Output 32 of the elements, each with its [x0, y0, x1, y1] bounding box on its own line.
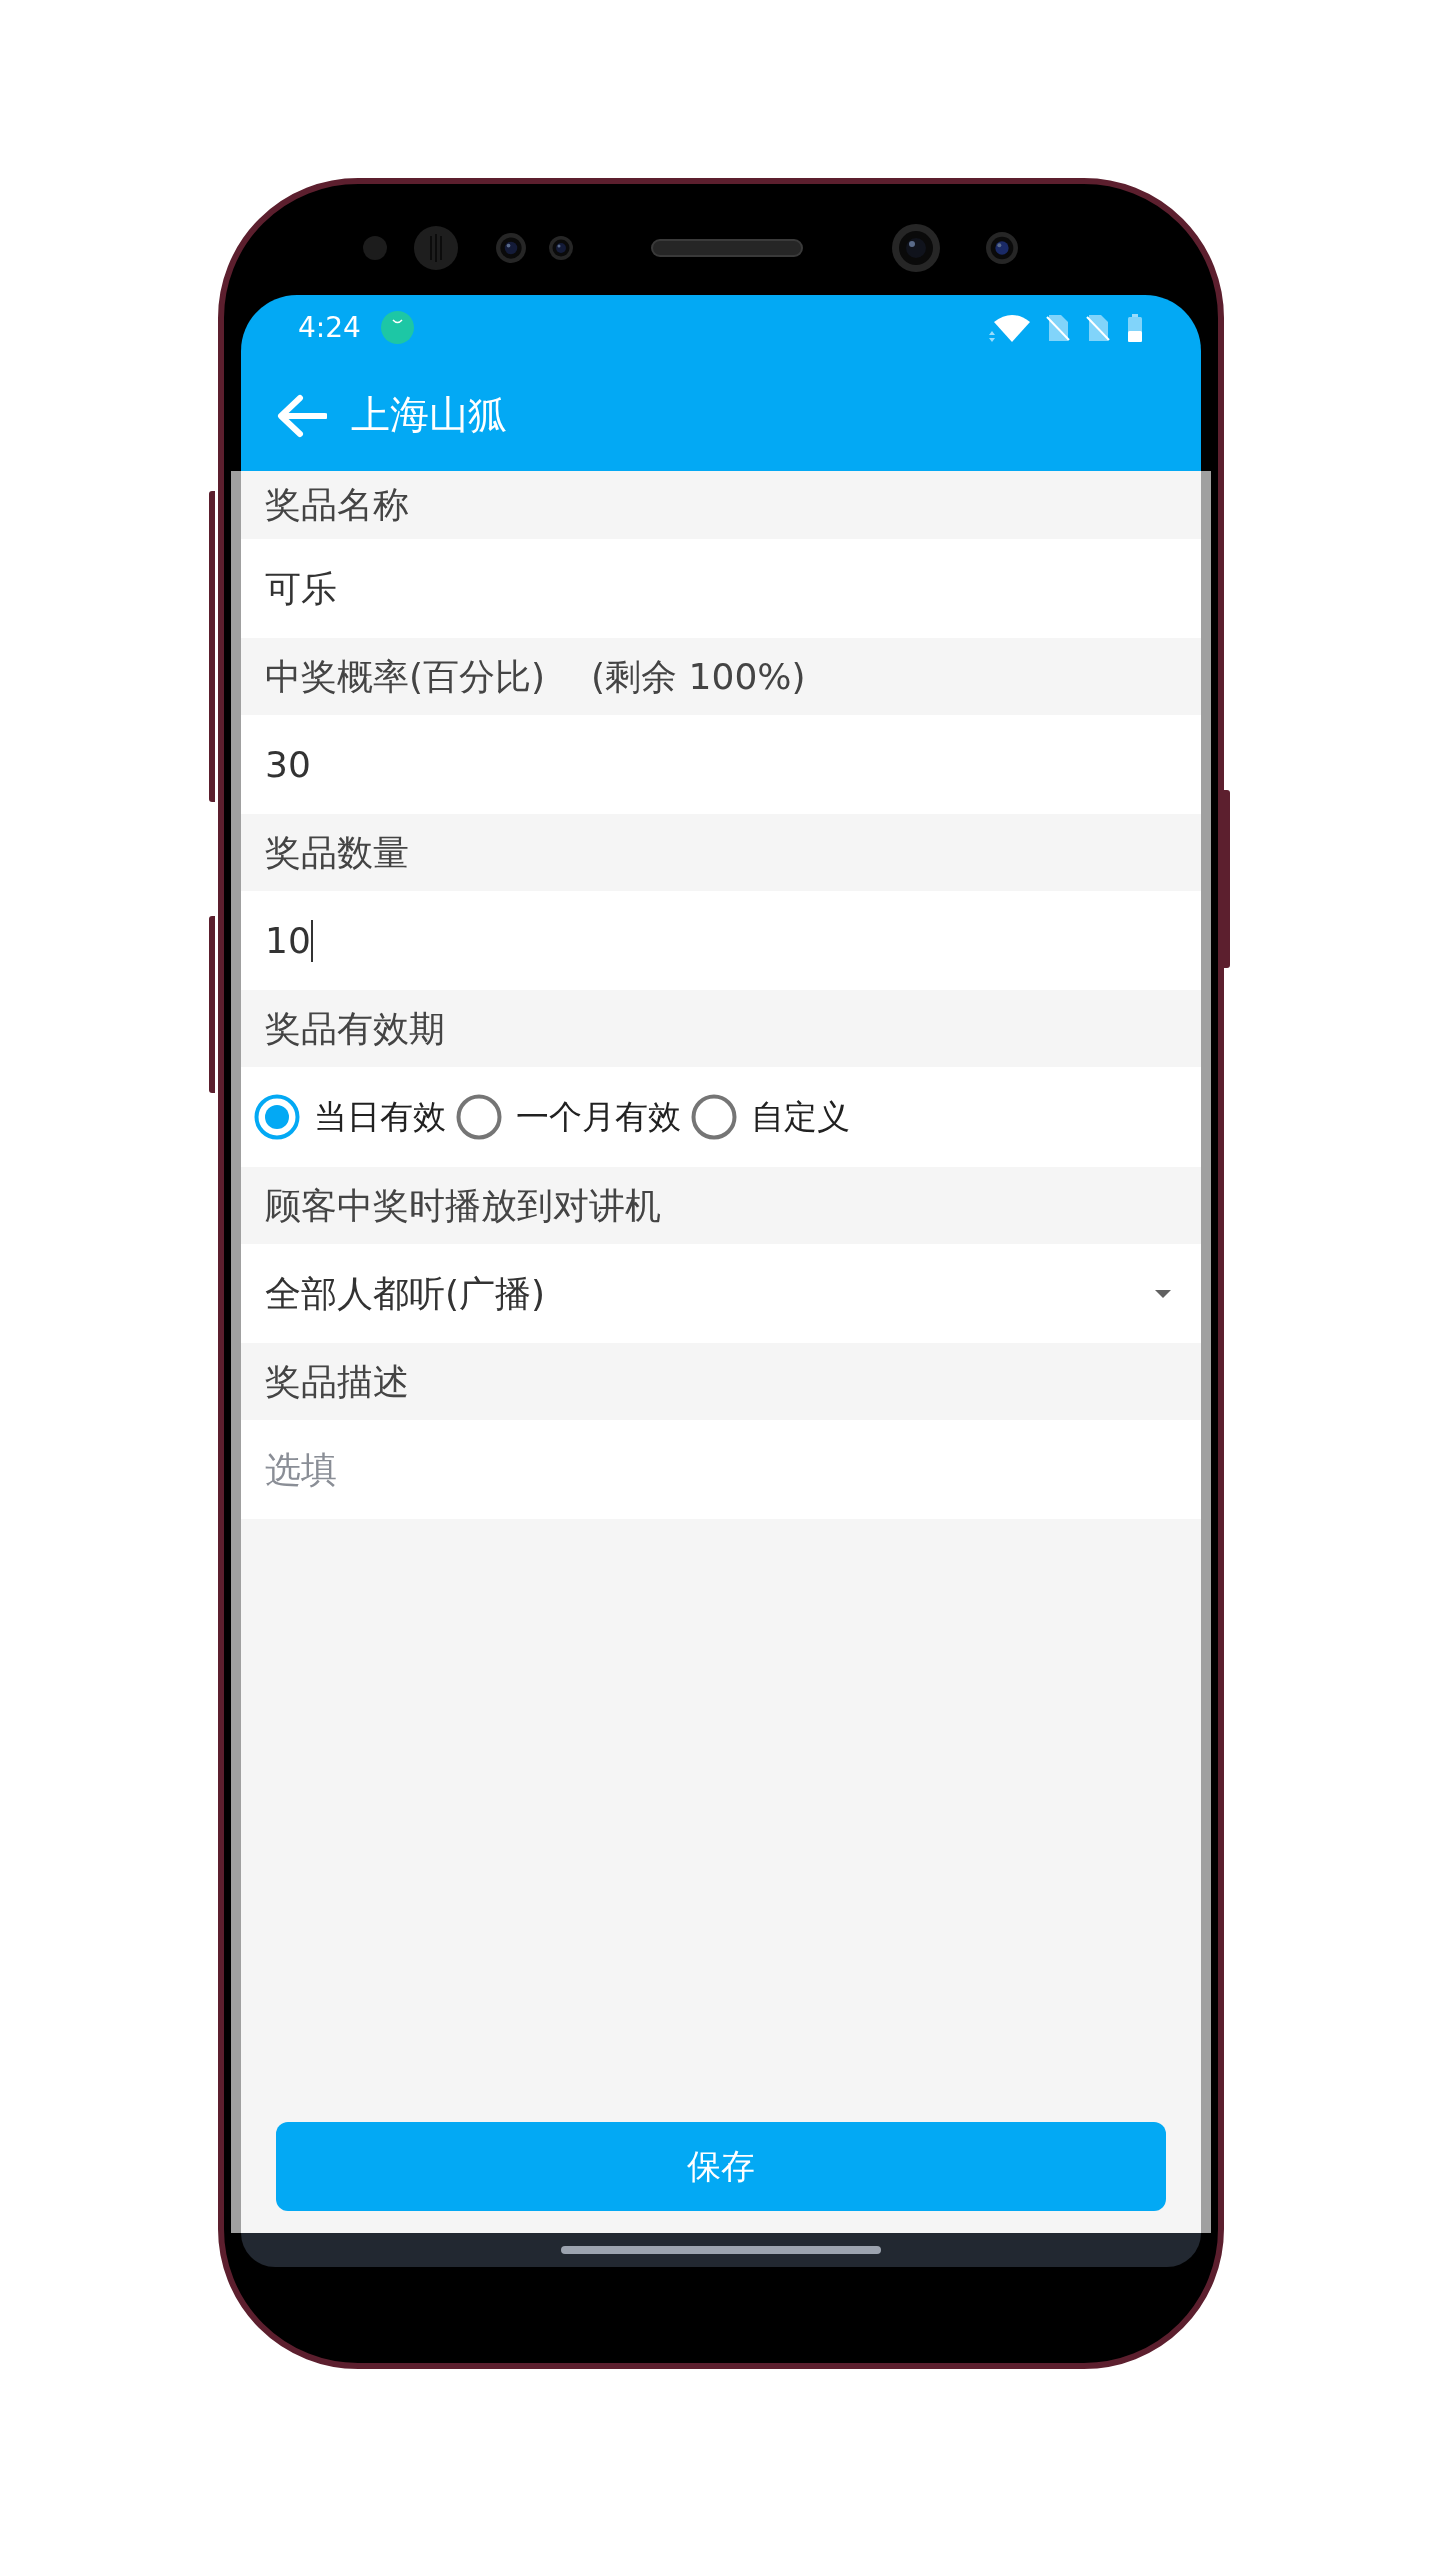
status-time: 4:24: [298, 309, 361, 346]
speaker-grille-icon: [651, 239, 803, 257]
dropdown-field[interactable]: 全部人都听(广播): [241, 1244, 1201, 1343]
no-sim-icon: [1046, 313, 1070, 342]
radio-icon[interactable]: [691, 1094, 737, 1140]
radio-option[interactable]: 自定义: [691, 1092, 850, 1142]
field-label: 奖品数量: [265, 830, 409, 875]
sensor-icon: [363, 236, 387, 260]
field-label: 中奖概率(百分比): [265, 654, 546, 699]
back-arrow-icon[interactable]: [276, 393, 327, 438]
radio-icon[interactable]: [456, 1094, 502, 1140]
camera-icon: [986, 232, 1018, 264]
notification-icon: [380, 311, 414, 344]
sensor-icon: [414, 226, 458, 270]
radio-icon[interactable]: [254, 1094, 300, 1140]
no-sim-icon: [1086, 313, 1110, 342]
camera-icon: [549, 236, 573, 260]
camera-icon: [496, 233, 526, 263]
battery-icon: [1128, 313, 1142, 342]
camera-icon: [892, 224, 940, 272]
field-label: 奖品名称: [265, 483, 409, 527]
field-label: 奖品有效期: [265, 1006, 445, 1051]
text-field[interactable]: 30: [241, 715, 1201, 814]
field-label: 奖品描述: [265, 1359, 409, 1404]
text-field[interactable]: 10: [241, 891, 1201, 990]
remaining-note: (剩余 100%): [591, 654, 806, 699]
page-title: 上海山狐: [351, 391, 507, 440]
caret-icon: [1155, 1289, 1171, 1298]
field-label: 顾客中奖时播放到对讲机: [265, 1183, 661, 1228]
radio-option[interactable]: 当日有效: [254, 1092, 446, 1142]
radio-option[interactable]: 一个月有效: [456, 1092, 681, 1142]
text-field[interactable]: 可乐: [241, 539, 1201, 638]
